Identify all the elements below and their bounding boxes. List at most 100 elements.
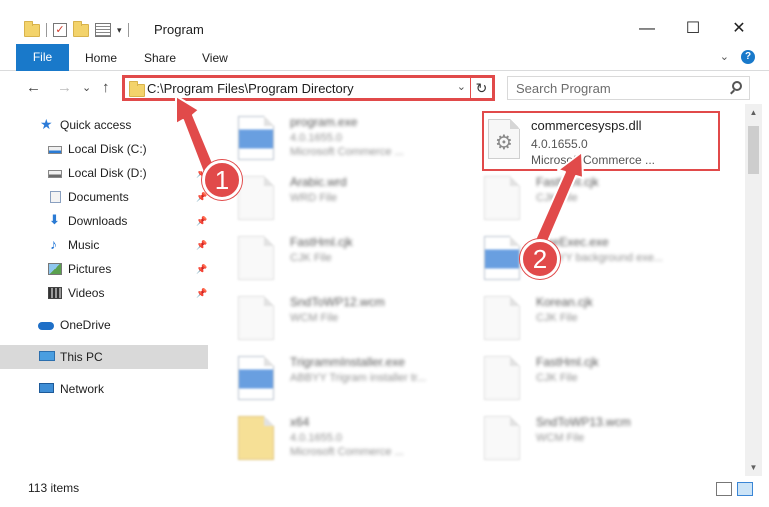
pictures-icon (48, 263, 62, 275)
ribbon-expand-icon[interactable]: ⌄ (720, 50, 729, 64)
search-icon[interactable] (732, 81, 742, 91)
file-description: ABBYY Trigram installer tr... (290, 372, 427, 384)
network-icon (39, 383, 54, 393)
file-name: FastHml.cjk (536, 175, 599, 189)
sidebar-item-label: Local Disk (C:) (68, 142, 147, 156)
pin-icon[interactable]: 📌 (196, 137, 207, 161)
search-input[interactable] (516, 78, 716, 98)
file-type: WCM File (536, 432, 585, 444)
details-view-icon[interactable] (716, 482, 732, 496)
videos-icon (48, 287, 62, 299)
folder-icon (238, 416, 274, 460)
sidebar-item-local-disk-c[interactable]: Local Disk (C:) 📌 (0, 137, 208, 161)
computer-icon (39, 351, 55, 361)
sidebar-item-label: Quick access (60, 118, 132, 132)
search-box[interactable] (507, 76, 750, 100)
sidebar-item-network[interactable]: Network (0, 377, 208, 401)
tab-home[interactable]: Home (85, 47, 117, 69)
quick-access-toolbar: ✓ ▾ (24, 20, 129, 40)
up-arrow-icon[interactable]: ↑ (102, 79, 110, 96)
navigation-pane: ★ Quick access Local Disk (C:) 📌 Local D… (0, 110, 210, 475)
exe-file-icon (484, 236, 520, 280)
new-folder-icon[interactable] (73, 20, 89, 37)
sidebar-item-this-pc[interactable]: This PC (0, 345, 208, 369)
help-icon[interactable]: ? (741, 50, 755, 64)
blank-file-icon (484, 176, 520, 220)
properties-check-icon[interactable]: ✓ (53, 23, 67, 37)
sidebar-item-onedrive[interactable]: OneDrive (0, 313, 208, 337)
file-version: 4.0.1655.0 (290, 432, 342, 444)
sidebar-item-local-disk-d[interactable]: Local Disk (D:) 📌 (0, 161, 208, 185)
sidebar-item-documents[interactable]: Documents 📌 (0, 185, 208, 209)
file-name: TrigrammInstaller.exe (290, 355, 405, 369)
file-name: Arabic.wrd (290, 175, 347, 189)
file-type: CJK File (290, 252, 332, 264)
file-name: commercesysps.dll (531, 118, 642, 133)
sidebar-item-label: Local Disk (D:) (68, 166, 147, 180)
scroll-up-icon[interactable]: ▲ (745, 104, 762, 121)
sidebar-item-label: Pictures (68, 262, 112, 276)
pin-icon[interactable]: 📌 (196, 257, 207, 281)
pin-icon[interactable]: 📌 (196, 233, 207, 257)
scroll-down-icon[interactable]: ▼ (745, 459, 762, 476)
address-path[interactable]: C:\Program Files\Program Directory (147, 81, 354, 96)
file-description: Microsoft Commerce ... (290, 146, 404, 158)
exe-file-icon (238, 116, 274, 160)
file-item[interactable]: SndToWP12.wcm WCM File (220, 288, 470, 344)
item-count: 113 items (28, 481, 80, 495)
qat-customize-icon[interactable]: ▾ (117, 25, 122, 36)
documents-icon (50, 191, 61, 203)
file-item[interactable]: Arabic.wrd WRD File (220, 168, 470, 224)
file-list: program.exe 4.0.1655.0 Microsoft Commerc… (216, 108, 742, 474)
sidebar-item-downloads[interactable]: ⬇ Downloads 📌 (0, 209, 208, 233)
tab-file[interactable]: File (16, 44, 69, 71)
file-type: CJK File (536, 192, 578, 204)
file-type: WRD File (290, 192, 338, 204)
back-arrow-icon[interactable]: ← (26, 79, 41, 96)
blank-file-icon (238, 176, 274, 220)
address-dropdown-icon[interactable]: ⌄ (457, 80, 466, 93)
sidebar-item-quick-access[interactable]: ★ Quick access (0, 113, 208, 137)
sidebar-item-label: Downloads (68, 214, 128, 228)
file-item[interactable]: FastHml.cjk CJK File (466, 168, 716, 224)
file-version: 4.0.1655.0 (531, 137, 588, 151)
file-name: SndToWP12.wcm (290, 295, 385, 309)
recent-locations-icon[interactable]: ⌄ (82, 81, 91, 94)
pin-icon[interactable]: 📌 (196, 209, 207, 233)
tab-view[interactable]: View (202, 47, 228, 69)
sidebar-item-pictures[interactable]: Pictures 📌 (0, 257, 208, 281)
toolbar-divider (127, 23, 129, 37)
refresh-icon[interactable]: ↻ (470, 75, 492, 101)
properties-icon[interactable] (95, 23, 111, 37)
file-item[interactable]: program.exe 4.0.1655.0 Microsoft Commerc… (220, 108, 470, 164)
file-item[interactable]: FastHml.cjk CJK File (466, 348, 716, 404)
file-item[interactable]: x64 4.0.1655.0 Microsoft Commerce ... (220, 408, 470, 464)
forward-arrow-icon[interactable]: → (57, 79, 72, 96)
pin-icon[interactable]: 📌 (196, 281, 207, 305)
dll-gear-file-icon (488, 119, 520, 159)
minimize-button[interactable]: — (624, 16, 670, 42)
maximize-button[interactable]: ☐ (670, 16, 716, 42)
file-item[interactable]: FineExec.exe ABBYY background exe... (466, 228, 716, 284)
blank-file-icon (484, 296, 520, 340)
close-button[interactable]: ✕ (716, 16, 762, 42)
file-item[interactable]: FastHml.cjk CJK File (220, 228, 470, 284)
file-item[interactable]: Korean.cjk CJK File (466, 288, 716, 344)
address-bar[interactable]: C:\Program Files\Program Directory ⌄ ↻ (122, 75, 495, 101)
scrollbar-thumb[interactable] (748, 126, 759, 174)
sidebar-item-music[interactable]: ♪ Music 📌 (0, 233, 208, 257)
file-name: SndToWP13.wcm (536, 415, 631, 429)
file-item[interactable]: SndToWP13.wcm WCM File (466, 408, 716, 464)
folder-icon (24, 20, 40, 37)
file-type: CJK File (536, 372, 578, 384)
large-icons-view-icon[interactable] (737, 482, 753, 496)
downloads-icon: ⬇ (49, 212, 60, 227)
blank-file-icon (238, 236, 274, 280)
tab-share[interactable]: Share (144, 47, 176, 69)
file-item-highlighted[interactable]: commercesysps.dll 4.0.1655.0 Microsoft C… (482, 111, 720, 171)
file-name: FastHml.cjk (536, 355, 599, 369)
sidebar-item-label: Music (68, 238, 100, 252)
vertical-scrollbar[interactable]: ▲ ▼ (745, 104, 762, 476)
sidebar-item-videos[interactable]: Videos 📌 (0, 281, 208, 305)
file-item[interactable]: TrigrammInstaller.exe ABBYY Trigram inst… (220, 348, 470, 404)
